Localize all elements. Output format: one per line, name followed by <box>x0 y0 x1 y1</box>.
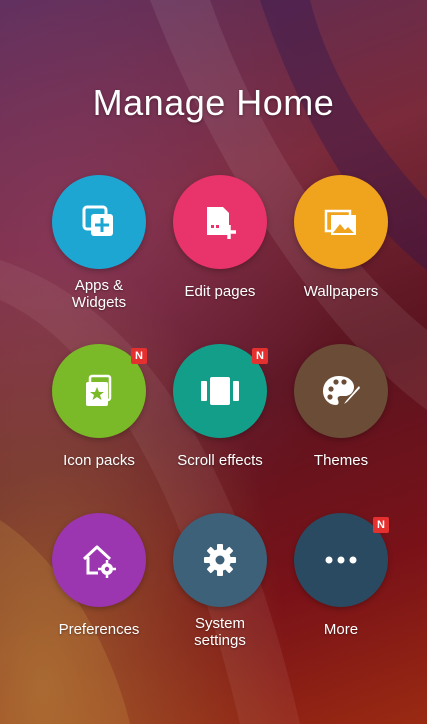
icon-packs-label: Icon packs <box>63 452 135 469</box>
themes-label: Themes <box>313 452 369 469</box>
new-badge: N <box>252 348 268 364</box>
icon-packs-icon <box>86 374 112 406</box>
edit-pages-icon <box>207 207 236 239</box>
wallpapers-button[interactable] <box>294 175 388 269</box>
gear-icon <box>204 544 236 576</box>
new-badge: N <box>131 348 147 364</box>
system-settings-button[interactable] <box>173 513 267 607</box>
tile-preferences[interactable]: Preferences <box>39 513 159 663</box>
system-settings-label: System settings <box>194 615 246 649</box>
new-badge: N <box>373 517 389 533</box>
preferences-label: Preferences <box>58 621 140 638</box>
preferences-button[interactable] <box>52 513 146 607</box>
tile-edit-pages[interactable]: Edit pages <box>160 175 280 325</box>
apps-widgets-button[interactable] <box>52 175 146 269</box>
tile-scroll-effects[interactable]: N Scroll effects <box>160 344 280 494</box>
wallpapers-label: Wallpapers <box>303 283 379 300</box>
more-label: More <box>323 621 359 638</box>
wallpapers-icon <box>324 209 356 235</box>
scroll-effects-icon <box>201 377 239 405</box>
tile-themes[interactable]: Themes <box>281 344 401 494</box>
edit-pages-button[interactable] <box>173 175 267 269</box>
scroll-effects-label: Scroll effects <box>177 452 263 469</box>
tile-icon-packs[interactable]: N Icon packs <box>39 344 159 494</box>
more-icon <box>325 556 357 564</box>
home-settings-icon <box>82 545 116 578</box>
palette-icon <box>323 376 360 405</box>
tile-more[interactable]: N More <box>281 513 401 663</box>
themes-button[interactable] <box>294 344 388 438</box>
tile-apps-widgets[interactable]: Apps & Widgets <box>39 175 159 325</box>
tile-wallpapers[interactable]: Wallpapers <box>281 175 401 325</box>
page-title: Manage Home <box>92 82 335 123</box>
apps-widgets-icon <box>82 205 113 236</box>
apps-widgets-label: Apps & Widgets <box>71 277 127 311</box>
edit-pages-label: Edit pages <box>184 283 256 300</box>
tile-system-settings[interactable]: System settings <box>160 513 280 663</box>
